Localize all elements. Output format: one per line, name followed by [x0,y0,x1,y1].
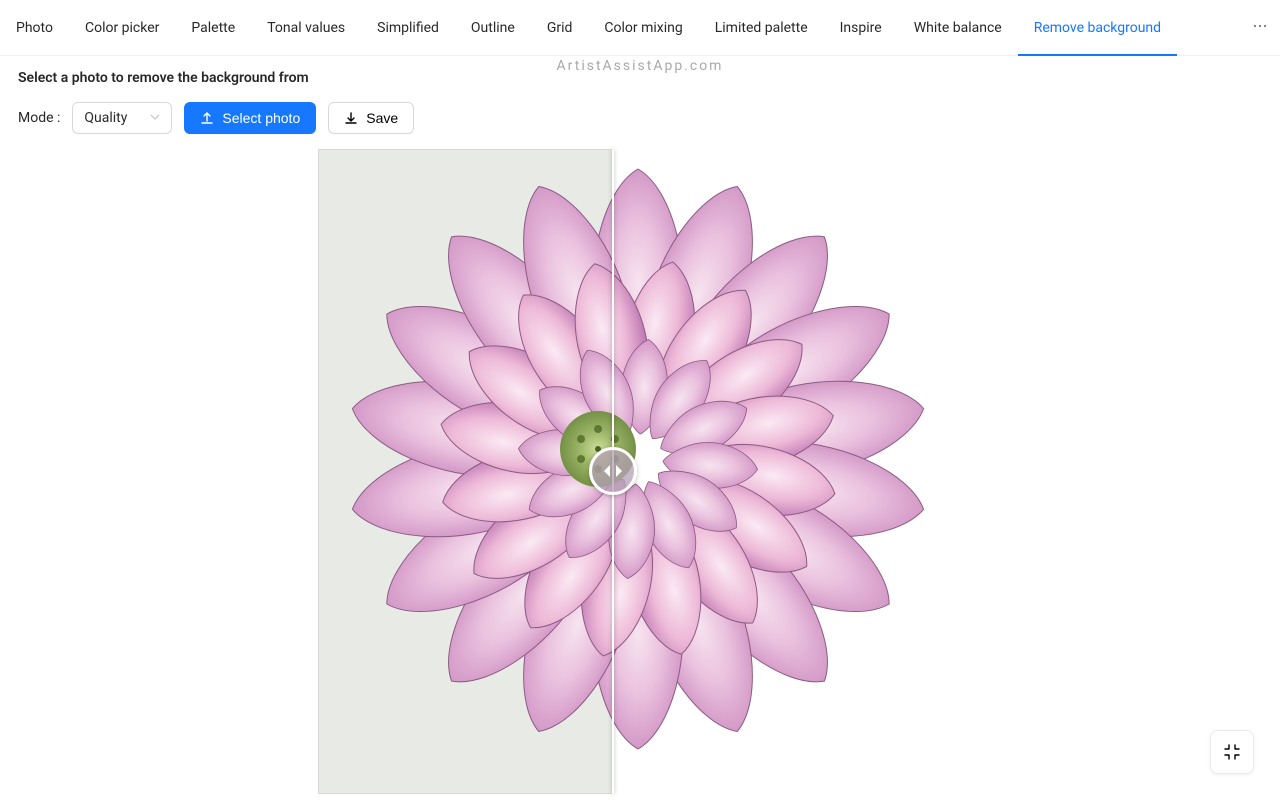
tab-palette[interactable]: Palette [175,0,251,56]
flower-image [333,154,943,764]
mode-select[interactable]: Quality [72,102,172,134]
tab-outline[interactable]: Outline [455,0,531,56]
upload-icon [200,111,214,125]
tab-tonal-values[interactable]: Tonal values [251,0,361,56]
compress-icon [1223,743,1241,761]
image-compare [318,149,943,794]
compare-slider-handle[interactable] [589,447,637,495]
tab-limited-palette[interactable]: Limited palette [699,0,824,56]
controls-row: Mode : Quality Select photo [18,102,1262,134]
content-area: Select a photo to remove the background … [0,56,1280,148]
tab-grid[interactable]: Grid [531,0,589,56]
tab-simplified[interactable]: Simplified [361,0,455,56]
tab-remove-background[interactable]: Remove background [1018,0,1177,56]
tab-white-balance[interactable]: White balance [898,0,1018,56]
tab-color-mixing[interactable]: Color mixing [588,0,698,56]
select-photo-button[interactable]: Select photo [184,102,316,134]
mode-select-value: Quality [84,110,127,126]
compare-arrows-icon [601,462,625,480]
mode-label: Mode : [18,110,60,126]
tab-photo[interactable]: Photo [0,0,69,56]
tab-color-picker[interactable]: Color picker [69,0,175,56]
tabs-overflow-button[interactable] [1240,0,1280,56]
main-tabs: Photo Color picker Palette Tonal values … [0,0,1280,56]
chevron-down-icon [150,112,160,125]
download-icon [344,111,358,125]
save-label: Save [366,110,398,126]
instruction-text: Select a photo to remove the background … [18,70,1262,86]
tab-inspire[interactable]: Inspire [824,0,898,56]
select-photo-label: Select photo [222,110,300,126]
save-button[interactable]: Save [328,102,414,134]
exit-fullscreen-button[interactable] [1210,730,1254,774]
ellipsis-icon [1252,18,1268,38]
